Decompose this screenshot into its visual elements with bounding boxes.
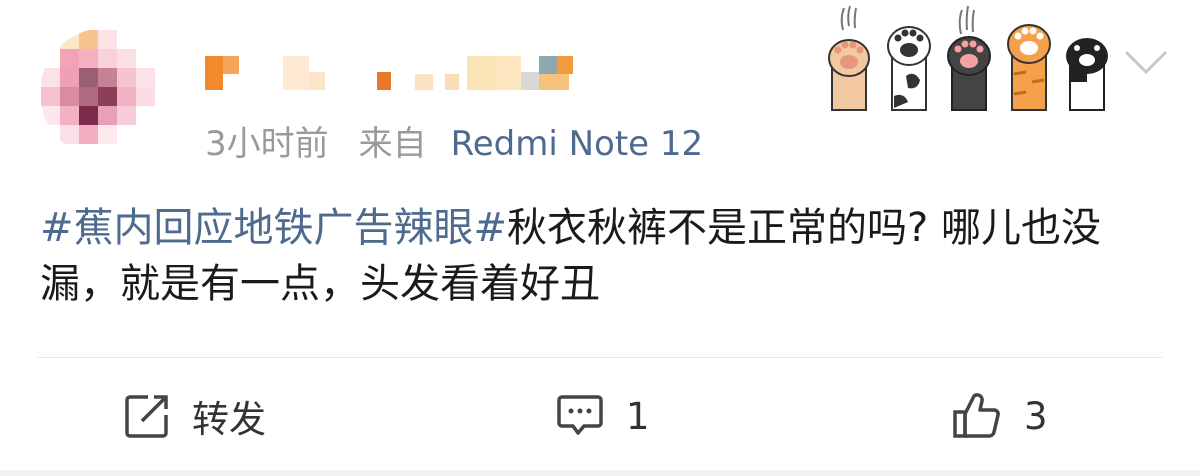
post-content: #蕉内回应地铁广告辣眼#秋衣秋裤不是正常的吗? 哪儿也没漏，就是有一点，头发看着…: [40, 200, 1150, 312]
post-meta: 3小时前 来自 Redmi Note 12: [205, 124, 703, 164]
divider: [38, 357, 1162, 358]
bottom-separator: [0, 470, 1200, 476]
username-redacted[interactable]: [205, 56, 585, 90]
like-button[interactable]: 3: [952, 392, 1048, 440]
chevron-down-icon[interactable]: [1122, 46, 1170, 78]
comment-icon: [557, 395, 603, 435]
like-icon: [953, 393, 1000, 438]
post-time: 3小时前: [205, 124, 329, 164]
avatar[interactable]: [40, 28, 170, 158]
repost-button[interactable]: 转发: [124, 392, 266, 441]
hashtag-link[interactable]: #蕉内回应地铁广告辣眼#: [40, 205, 507, 251]
source-prefix: 来自: [358, 124, 427, 164]
repost-icon: [125, 395, 168, 438]
like-count: 3: [1024, 394, 1048, 438]
comment-button[interactable]: 1: [556, 392, 650, 440]
cat-paws-icon: [828, 5, 1108, 111]
comment-count: 1: [626, 394, 650, 438]
device-link[interactable]: Redmi Note 12: [451, 124, 704, 164]
repost-label: 转发: [192, 398, 266, 441]
